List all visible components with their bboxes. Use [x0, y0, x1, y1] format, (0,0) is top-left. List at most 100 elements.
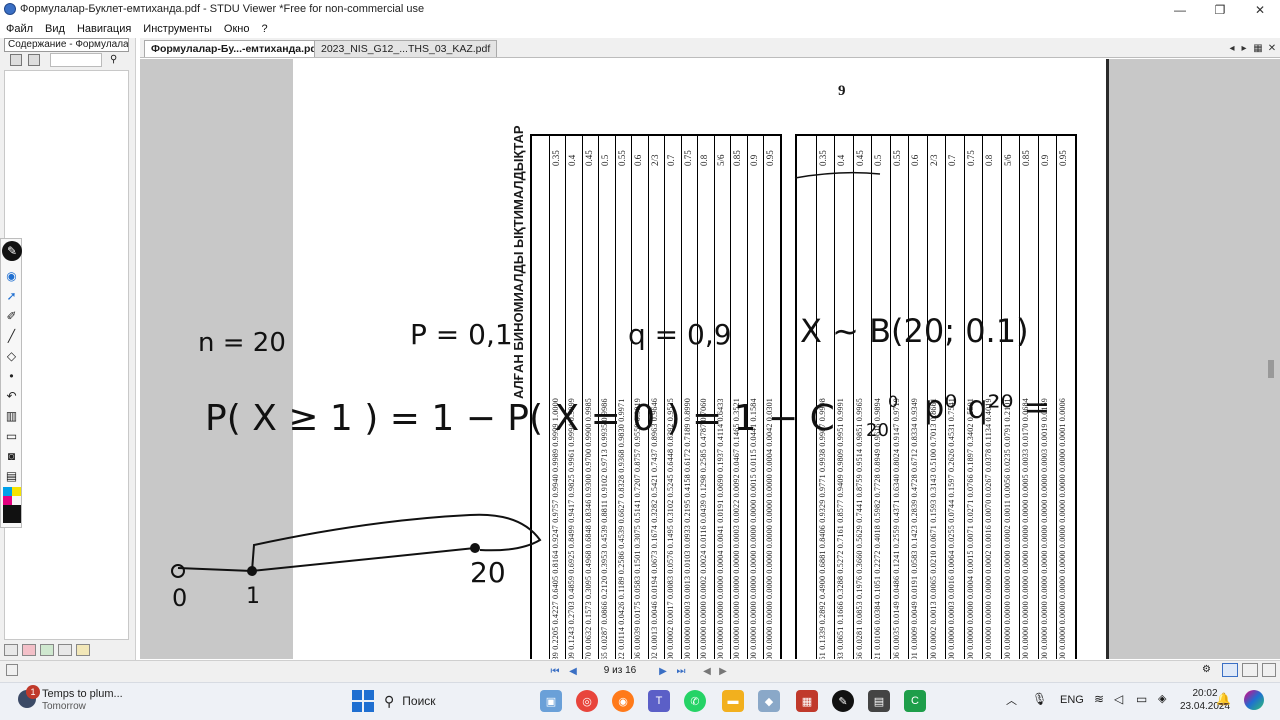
- weather-title[interactable]: Temps to plum...: [42, 688, 123, 700]
- next-page-icon[interactable]: ▶: [656, 664, 670, 678]
- tab-list-icon[interactable]: ▦: [1252, 42, 1264, 54]
- marker-icon[interactable]: ╱: [4, 329, 19, 343]
- tab-prev-icon[interactable]: ◂: [1226, 42, 1238, 54]
- contents-tab[interactable]: Содержание - Формулала: [4, 38, 129, 52]
- notification-bell-icon[interactable]: 🔔: [1216, 692, 1231, 706]
- axis-label-twenty: 20: [470, 556, 506, 589]
- pen-app-icon[interactable]: ✎: [832, 690, 854, 712]
- mosaic-app-icon[interactable]: ▦: [796, 690, 818, 712]
- page-indicator[interactable]: 9 из 16: [598, 664, 642, 678]
- search-panel-icon[interactable]: [58, 644, 72, 656]
- close-button[interactable]: ✕: [1240, 0, 1280, 20]
- table-right-column-header: 0.55: [891, 150, 902, 166]
- tab-nis-2023[interactable]: 2023_NIS_G12_...THS_03_KAZ.pdf: [314, 40, 498, 57]
- menu-navigation[interactable]: Навигация: [71, 23, 137, 35]
- table-right-column-divider: [852, 136, 854, 659]
- whatsapp-icon[interactable]: ✆: [684, 690, 706, 712]
- color-cyan-icon[interactable]: [3, 487, 12, 496]
- chrome-icon[interactable]: ◎: [576, 690, 598, 712]
- tab-next-icon[interactable]: ▸: [1238, 42, 1250, 54]
- facing-view-icon[interactable]: [1262, 663, 1276, 677]
- bookmarks-icon[interactable]: [22, 644, 36, 656]
- eye-icon[interactable]: ◉: [4, 269, 19, 283]
- copilot-icon[interactable]: [1244, 690, 1264, 710]
- table-right-column-header: 0.8: [984, 154, 995, 166]
- screen-icon[interactable]: ▭: [4, 429, 19, 443]
- taskbar: [0, 682, 1280, 720]
- clipboard-icon[interactable]: ▤: [4, 469, 19, 483]
- tab-formulalar[interactable]: Формулалар-Бу...-емтиханда.pdf: [144, 40, 328, 57]
- stdu-viewer-icon[interactable]: ◆: [758, 690, 780, 712]
- maximize-button[interactable]: ❐: [1200, 0, 1240, 20]
- table-left-column-header: 0.75: [682, 150, 693, 166]
- menu-tools[interactable]: Инструменты: [137, 23, 218, 35]
- dot-icon[interactable]: •: [4, 369, 19, 383]
- menu-help[interactable]: ?: [255, 23, 273, 35]
- last-page-icon[interactable]: ⏭: [674, 664, 688, 678]
- table-left-column-header: 0.8: [699, 154, 710, 166]
- microphone-icon[interactable]: 🎙: [1032, 692, 1047, 706]
- color-yellow-icon[interactable]: [12, 487, 21, 496]
- notes-icon[interactable]: [76, 644, 90, 656]
- task-view-icon[interactable]: ▣: [540, 690, 562, 712]
- table-title: АЛҒАН БИНОМИАЛДЫ ЫҚТИМАЛДЫҚТАР: [511, 125, 526, 399]
- table-left-column-header: 0.7: [666, 154, 677, 166]
- app-icon: [4, 3, 16, 15]
- document-viewport[interactable]: 9 0.35 0.0024 0.0205 0.0839 0.2205 0.4227…: [140, 59, 1280, 659]
- contents-tree[interactable]: [4, 70, 129, 640]
- search-go-icon[interactable]: ⚲: [110, 54, 122, 66]
- table-right-column-values: 0.0000 0.0000 0.0000 0.0000 0.0000 0.000…: [1058, 398, 1068, 659]
- camera-icon[interactable]: ◙: [4, 449, 19, 463]
- table-left-column-header: 0.95: [765, 150, 776, 166]
- language-indicator[interactable]: ENG: [1060, 694, 1084, 706]
- green-app-icon[interactable]: C: [904, 690, 926, 712]
- wifi-icon[interactable]: ≋: [1094, 692, 1104, 706]
- thumbnails-icon[interactable]: [4, 644, 18, 656]
- calculator-icon[interactable]: ▤: [868, 690, 890, 712]
- file-explorer-icon[interactable]: ▬: [722, 690, 744, 712]
- app-tray-icon[interactable]: ◈: [1158, 692, 1166, 705]
- annotation-comb-sup: 0: [888, 392, 899, 411]
- contents-search-input[interactable]: [50, 53, 102, 67]
- scroll-thumb[interactable]: [1268, 360, 1274, 378]
- prev-page-icon[interactable]: ◀: [566, 664, 580, 678]
- pen-mode-icon[interactable]: ✎: [2, 241, 22, 261]
- eraser-icon[interactable]: ◇: [4, 349, 19, 363]
- menu-file[interactable]: Файл: [0, 23, 39, 35]
- start-button[interactable]: [352, 690, 374, 712]
- annotation-probability: P( X ≥ 1 ) = 1 − P( X = 0 ) = 1 − C: [205, 398, 835, 439]
- color-magenta-icon[interactable]: [3, 496, 12, 505]
- undo-icon[interactable]: ↶: [4, 389, 19, 403]
- pen-icon[interactable]: ✐: [4, 309, 19, 323]
- tray-chevron-icon[interactable]: ︿: [1006, 692, 1017, 708]
- forward-icon[interactable]: ▶: [716, 664, 730, 678]
- panel-toggle-icon[interactable]: [6, 664, 18, 676]
- search-icon: ⚲: [384, 692, 395, 709]
- first-page-icon[interactable]: ⏮: [548, 664, 562, 678]
- menu-window[interactable]: Окно: [218, 23, 256, 35]
- back-icon[interactable]: ◀: [700, 664, 714, 678]
- menu-view[interactable]: Вид: [39, 23, 71, 35]
- tab-close-icon[interactable]: ✕: [1266, 42, 1278, 54]
- single-page-view-icon[interactable]: [1222, 663, 1238, 677]
- continuous-view-icon[interactable]: [1242, 663, 1258, 677]
- firefox-icon[interactable]: ◉: [612, 690, 634, 712]
- expand-icon[interactable]: [10, 54, 22, 66]
- table-right-column-values: 0.0000 0.0000 0.0001 0.0009 0.0049 0.019…: [910, 398, 920, 659]
- table-right-column-values: 0.0000 0.0000 0.0000 0.0000 0.0000 0.000…: [1039, 398, 1049, 659]
- taskbar-search[interactable]: ⚲ Поиск: [384, 690, 534, 712]
- settings-icon[interactable]: ⚙: [1202, 664, 1214, 676]
- collapse-icon[interactable]: [28, 54, 40, 66]
- battery-icon[interactable]: ▭: [1136, 692, 1147, 706]
- minimize-button[interactable]: —: [1160, 0, 1200, 20]
- table-right-column-values: 0.0000 0.0000 0.0000 0.0000 0.0000 0.000…: [984, 398, 994, 659]
- pdf-page: 9 0.35 0.0024 0.0205 0.0839 0.2205 0.4227…: [293, 59, 1109, 659]
- table-left-column-header: 0.55: [616, 150, 627, 166]
- volume-icon[interactable]: ◁: [1114, 692, 1123, 706]
- annotation-distribution: X ~ B(20; 0.1): [800, 312, 1029, 350]
- trash-icon[interactable]: ▥: [4, 409, 19, 423]
- teams-icon[interactable]: T: [648, 690, 670, 712]
- color-black-icon[interactable]: [3, 505, 21, 523]
- pointer-icon[interactable]: ➚: [4, 289, 19, 303]
- outline-icon[interactable]: [40, 644, 54, 656]
